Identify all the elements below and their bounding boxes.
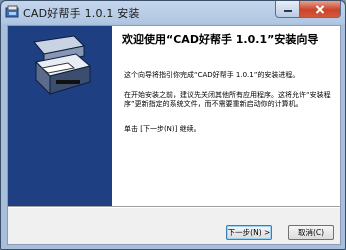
title-bar[interactable]: CAD好帮手 1.0.1 安装 <box>1 1 345 23</box>
wizard-client-area: 欢迎使用“CAD好帮手 1.0.1”安装向导 这个向导将指引你完成“CAD好帮手… <box>7 25 341 245</box>
close-button[interactable] <box>299 1 341 18</box>
close-icon <box>315 4 325 14</box>
minimize-button[interactable] <box>275 1 299 18</box>
footer-divider <box>8 206 340 208</box>
installer-app-icon <box>5 5 19 18</box>
intro-text: 这个向导将指引你完成“CAD好帮手 1.0.1”的安装进程。 <box>124 71 300 79</box>
wizard-banner <box>8 26 112 206</box>
installer-window: CAD好帮手 1.0.1 安装 欢迎使用“CAD好帮手 1.0.1”安装向导 这… <box>0 0 346 250</box>
continue-text: 单击 [下一步(N)] 继续。 <box>124 125 201 133</box>
window-title: CAD好帮手 1.0.1 安装 <box>23 7 140 20</box>
cancel-button[interactable]: 取消(C) <box>288 225 334 240</box>
next-button[interactable]: 下一步(N) > <box>226 225 272 240</box>
advice-text: 在开始安装之前，建议先关闭其他所有应用程序。这将允许“安装程序”更新指定的系统文… <box>124 91 331 108</box>
welcome-heading: 欢迎使用“CAD好帮手 1.0.1”安装向导 <box>122 33 319 46</box>
cad-plotter-logo-icon <box>33 35 92 96</box>
wizard-content: 欢迎使用“CAD好帮手 1.0.1”安装向导 这个向导将指引你完成“CAD好帮手… <box>112 26 340 206</box>
minimize-icon <box>283 10 292 12</box>
